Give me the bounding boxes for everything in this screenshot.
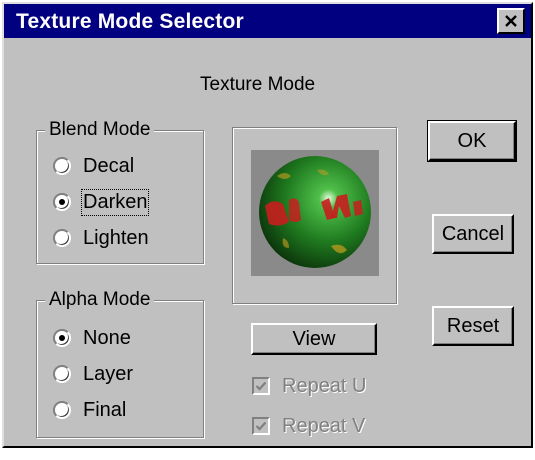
radio-decal[interactable]: Decal — [53, 153, 134, 179]
textured-sphere-image — [259, 156, 371, 268]
blend-mode-label: Blend Mode — [45, 119, 155, 141]
radio-final[interactable]: Final — [53, 397, 126, 423]
alpha-mode-group: Alpha Mode None Layer Final — [36, 289, 204, 438]
radio-decal-indicator[interactable] — [53, 157, 71, 175]
radio-none-label: None — [83, 326, 131, 349]
repeat-v-checkbox-row[interactable]: Repeat V — [252, 414, 365, 438]
title-bar[interactable]: Texture Mode Selector — [4, 4, 531, 38]
radio-layer-label: Layer — [83, 362, 134, 385]
ok-button[interactable]: OK — [427, 120, 517, 162]
radio-layer-indicator[interactable] — [53, 365, 71, 383]
radio-none[interactable]: None — [53, 325, 131, 351]
radio-darken[interactable]: Darken — [53, 188, 150, 216]
repeat-u-label: Repeat U — [282, 374, 367, 397]
repeat-u-checkbox[interactable] — [252, 377, 270, 395]
radio-darken-indicator[interactable] — [53, 193, 71, 211]
checkmark-icon — [255, 381, 267, 391]
blend-mode-group: Blend Mode Decal Darken Lighten — [36, 119, 204, 264]
radio-darken-label: Darken — [80, 188, 150, 216]
texture-preview-frame — [232, 127, 397, 304]
reset-button[interactable]: Reset — [432, 306, 514, 346]
texture-preview — [251, 150, 379, 276]
radio-none-indicator[interactable] — [53, 329, 71, 347]
radio-layer[interactable]: Layer — [53, 361, 133, 387]
radio-lighten-label: Lighten — [83, 226, 149, 249]
texture-mode-heading: Texture Mode — [200, 74, 316, 95]
close-icon — [505, 15, 517, 27]
alpha-mode-label: Alpha Mode — [45, 289, 155, 311]
repeat-v-checkbox[interactable] — [252, 417, 270, 435]
radio-final-label: Final — [83, 398, 127, 421]
cancel-button[interactable]: Cancel — [432, 214, 514, 254]
radio-decal-label: Decal — [83, 154, 135, 177]
radio-final-indicator[interactable] — [53, 401, 71, 419]
close-button[interactable] — [497, 8, 525, 34]
repeat-v-label: Repeat V — [282, 414, 366, 437]
view-button[interactable]: View — [251, 323, 377, 355]
radio-lighten[interactable]: Lighten — [53, 225, 149, 251]
repeat-u-checkbox-row[interactable]: Repeat U — [252, 374, 367, 398]
checkmark-icon — [255, 421, 267, 431]
radio-lighten-indicator[interactable] — [53, 229, 71, 247]
window-title: Texture Mode Selector — [16, 10, 244, 33]
